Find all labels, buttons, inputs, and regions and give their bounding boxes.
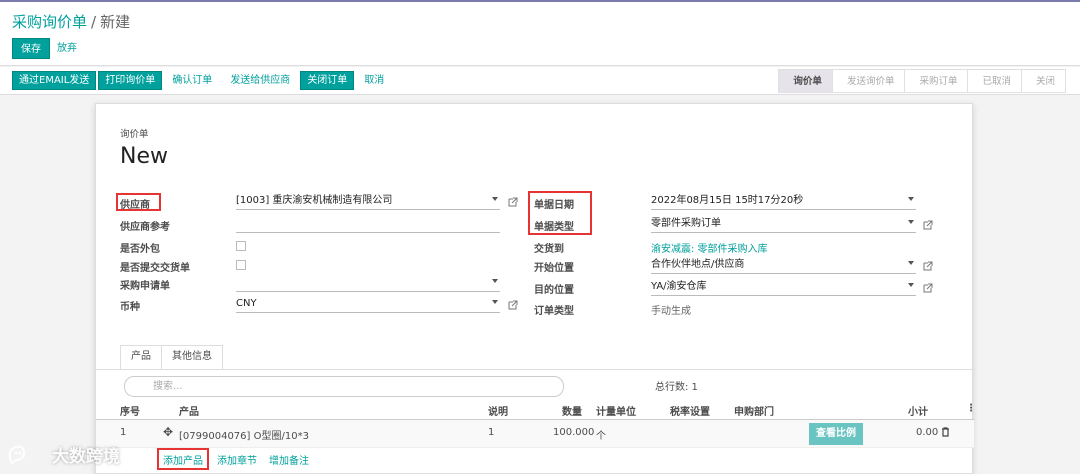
col-uom[interactable]: 计量单位: [596, 403, 636, 418]
breadcrumb-current: 新建: [100, 13, 131, 31]
status-bar-buttons: 通过EMAIL发送 打印询价单 确认订单 发送给供应商 关闭订单 取消: [12, 71, 392, 90]
send-to-vendor-button[interactable]: 发送给供应商: [222, 71, 298, 90]
row-subtotal: 0.00: [916, 427, 939, 438]
col-seq[interactable]: 序号: [120, 403, 140, 418]
row-description[interactable]: 1: [488, 427, 494, 438]
dest-location-value: YA/渝安仓库: [651, 281, 707, 292]
chevron-down-icon[interactable]: [492, 279, 498, 283]
row-seq: 1: [120, 427, 127, 438]
status-bar: 通过EMAIL发送 打印询价单 确认订单 发送给供应商 关闭订单 取消 询价单 …: [0, 67, 1080, 95]
close-order-button[interactable]: 关闭订单: [300, 71, 355, 90]
total-rows: 总行数: 1: [655, 382, 698, 393]
src-location-field[interactable]: 合作伙伴地点/供应商: [651, 258, 916, 274]
dest-location-label: 目的位置: [534, 285, 574, 296]
chevron-down-icon[interactable]: [908, 197, 914, 201]
stage-rfq[interactable]: 询价单: [778, 69, 833, 93]
add-section-link[interactable]: 添加章节: [217, 452, 257, 467]
drag-handle-icon[interactable]: ✥: [163, 425, 173, 439]
src-location-label: 开始位置: [534, 263, 574, 274]
control-panel: 采购询价单 / 新建 保存 放弃: [0, 2, 1080, 66]
chevron-down-icon[interactable]: [492, 197, 498, 201]
row-product[interactable]: [0799004076] O型圈/10*3: [179, 427, 309, 442]
external-link-icon[interactable]: [923, 261, 933, 271]
breadcrumb: 采购询价单 / 新建: [12, 11, 130, 32]
tab-divider: [96, 369, 974, 370]
page-title: New: [120, 144, 168, 169]
vendor-ref-field[interactable]: [236, 217, 500, 233]
stage-purchase-order[interactable]: 采购订单: [905, 69, 969, 93]
table-row[interactable]: 1 ✥ [0799004076] O型圈/10*3 1 100.000 个 查看…: [96, 420, 974, 448]
chevron-down-icon[interactable]: [492, 300, 498, 304]
tab-products[interactable]: 产品: [120, 345, 162, 369]
print-rfq-button[interactable]: 打印询价单: [98, 71, 163, 90]
requisition-field[interactable]: [236, 276, 500, 292]
watermark-text: 大数跨境: [52, 447, 120, 467]
submit-delivery-checkbox[interactable]: [236, 260, 246, 270]
doc-type-field[interactable]: 零部件采购订单: [651, 217, 916, 233]
breadcrumb-separator: /: [91, 13, 97, 31]
chevron-down-icon[interactable]: [908, 220, 914, 224]
form-sheet: 询价单 New 供应商 [1003] 重庆渝安机械制造有限公司 供应商参考 是否…: [95, 103, 976, 474]
doc-date-label: 单据日期: [534, 200, 574, 211]
deliver-to-link[interactable]: 渝安减震: 零部件采购入库: [651, 240, 768, 255]
requisition-label: 采购申请单: [120, 281, 170, 292]
vendor-ref-label: 供应商参考: [120, 222, 170, 233]
col-product[interactable]: 产品: [179, 403, 199, 418]
vendor-value: [1003] 重庆渝安机械制造有限公司: [236, 195, 393, 206]
add-note-link[interactable]: 增加备注: [269, 452, 309, 467]
doc-date-field[interactable]: 2022年08月15日 15时17分20秒: [651, 194, 916, 210]
discard-button[interactable]: 放弃: [57, 38, 77, 59]
row-uom[interactable]: 个: [596, 427, 606, 442]
col-tax[interactable]: 税率设置: [670, 403, 710, 418]
submit-delivery-label: 是否提交交货单: [120, 263, 190, 274]
src-location-value: 合作伙伴地点/供应商: [651, 259, 745, 270]
currency-label: 币种: [120, 302, 140, 313]
external-link-icon[interactable]: [508, 300, 518, 310]
stage-closed[interactable]: 关闭: [1021, 69, 1066, 93]
dest-location-field[interactable]: YA/渝安仓库: [651, 280, 916, 296]
form-subtitle: 询价单: [120, 129, 149, 140]
add-product-link[interactable]: 添加产品: [163, 452, 203, 467]
outsource-label: 是否外包: [120, 244, 160, 255]
external-link-icon[interactable]: [923, 220, 933, 230]
outsource-checkbox[interactable]: [236, 241, 246, 251]
stage-rfq-sent[interactable]: 发送询价单: [832, 69, 906, 93]
stage-cancelled[interactable]: 已取消: [968, 69, 1022, 93]
order-type-value: 手动生成: [651, 306, 691, 317]
lines-search-input[interactable]: 搜索...: [124, 376, 564, 397]
breadcrumb-parent[interactable]: 采购询价单: [12, 13, 87, 31]
order-type-label: 订单类型: [534, 306, 574, 317]
notebook-tabs: 产品 其他信息: [120, 345, 223, 369]
col-quantity[interactable]: 数量: [562, 403, 582, 418]
col-subtotal[interactable]: 小计: [908, 403, 928, 418]
watermark-logo-icon: [6, 443, 46, 465]
trash-icon[interactable]: [941, 427, 950, 440]
doc-date-value: 2022年08月15日 15时17分20秒: [651, 195, 804, 206]
vendor-highlight-box: [116, 193, 161, 211]
lines-table-header: 序号 产品 说明 数量 计量单位 税率设置 申购部门 小计 ⋮: [96, 400, 976, 420]
deliver-to-label: 交货到: [534, 244, 564, 255]
col-department[interactable]: 申购部门: [734, 403, 774, 418]
doc-type-label: 单据类型: [534, 222, 574, 233]
vendor-field[interactable]: [1003] 重庆渝安机械制造有限公司: [236, 194, 500, 210]
confirm-order-button[interactable]: 确认订单: [164, 71, 220, 90]
currency-field[interactable]: CNY: [236, 297, 500, 313]
doc-type-value: 零部件采购订单: [651, 218, 721, 229]
currency-value: CNY: [236, 298, 257, 309]
send-email-button[interactable]: 通过EMAIL发送: [12, 71, 97, 90]
cancel-button[interactable]: 取消: [356, 71, 392, 90]
row-quantity[interactable]: 100.000: [553, 427, 594, 438]
external-link-icon[interactable]: [508, 197, 518, 207]
chevron-down-icon[interactable]: [908, 283, 914, 287]
stage-pipeline: 询价单 发送询价单 采购订单 已取消 关闭: [778, 69, 1066, 93]
column-options-icon[interactable]: ⋮: [966, 403, 976, 414]
chevron-down-icon[interactable]: [908, 261, 914, 265]
tab-other-info[interactable]: 其他信息: [161, 345, 223, 369]
view-ratio-button[interactable]: 查看比例: [809, 423, 863, 445]
save-button[interactable]: 保存: [12, 38, 50, 59]
external-link-icon[interactable]: [923, 283, 933, 293]
col-description[interactable]: 说明: [488, 403, 508, 418]
